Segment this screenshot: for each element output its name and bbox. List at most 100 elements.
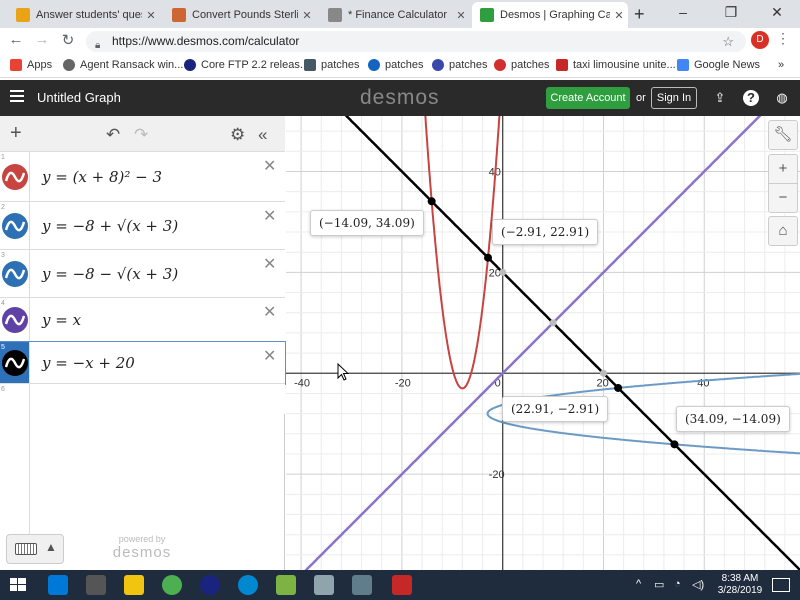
more-bookmarks-icon[interactable]: »	[778, 59, 784, 71]
app-icon-1[interactable]	[200, 575, 220, 595]
bookmark-patches-1[interactable]: patches	[304, 59, 360, 71]
tab-desmos[interactable]: Desmos | Graphing Calcu ✕	[472, 2, 628, 28]
intersection-point	[670, 440, 679, 449]
undo-icon[interactable]: ↶	[106, 125, 120, 145]
bookmark-star-icon[interactable]: ☆	[722, 31, 734, 52]
delete-expression-icon[interactable]: ✕	[263, 254, 276, 274]
expression-text[interactable]: y = x	[42, 311, 81, 329]
graph-color-icon[interactable]	[2, 261, 28, 287]
tab-answer-students[interactable]: Answer students' questio ✕	[8, 2, 160, 28]
graph-settings-wrench-icon[interactable]: 🔧︎	[768, 120, 798, 150]
graph-color-icon[interactable]	[2, 164, 28, 190]
expression-row-5[interactable]: 5 y = −x + 20 ✕	[0, 341, 286, 385]
graph-color-icon[interactable]	[2, 350, 28, 376]
share-icon[interactable]: ⇪	[712, 90, 728, 106]
forward-icon[interactable]: →	[32, 31, 52, 48]
new-tab-icon[interactable]: +	[634, 4, 645, 25]
point-label-3[interactable]: (22.91, −2.91)	[502, 396, 609, 422]
mail-icon[interactable]	[86, 575, 106, 595]
redo-icon[interactable]: ↷	[134, 125, 148, 145]
home-zoom-icon[interactable]: ⌂	[768, 216, 798, 246]
tab-close-icon[interactable]: ✕	[298, 9, 316, 22]
tab-close-icon[interactable]: ✕	[610, 9, 628, 22]
file-explorer-icon[interactable]	[124, 575, 144, 595]
help-icon[interactable]: ?	[743, 90, 759, 106]
bookmark-apps[interactable]: Apps	[10, 59, 52, 71]
tab-finance-calculator[interactable]: * Finance Calculator ✕	[320, 2, 470, 28]
expression-panel: + ↶ ↷ ⚙ « 1 y = (x + 8)² − 3 ✕ 2 y = −8 …	[0, 116, 286, 570]
bookmark-google-news[interactable]: Google News	[677, 59, 760, 71]
maximize-icon[interactable]: ❐	[708, 0, 754, 26]
bookmark-agent-ransack[interactable]: Agent Ransack win...	[63, 59, 183, 71]
collapse-panel-icon[interactable]: «	[258, 125, 267, 145]
point-label-2[interactable]: (−2.91, 22.91)	[492, 219, 599, 245]
expression-row-2[interactable]: 2 y = −8 + √(x + 3) ✕	[0, 202, 285, 250]
expression-row-3[interactable]: 3 y = −8 − √(x + 3) ✕	[0, 250, 285, 298]
zoom-in-icon[interactable]: +	[768, 154, 798, 184]
graph-color-icon[interactable]	[2, 213, 28, 239]
tray-chevron-icon[interactable]: ^	[636, 578, 641, 590]
point-label-1[interactable]: (−14.09, 34.09)	[310, 210, 424, 236]
tab-convert-pounds[interactable]: Convert Pounds Sterling ✕	[164, 2, 316, 28]
settings-gear-icon[interactable]: ⚙	[230, 125, 245, 145]
x-tick-label: 40	[697, 377, 709, 389]
tray-wifi-icon[interactable]: ◔	[674, 578, 681, 590]
expression-row-6-empty[interactable]: 6	[0, 384, 285, 534]
reload-icon[interactable]: ↻	[58, 31, 78, 49]
bookmark-label: Google News	[694, 59, 761, 71]
bookmark-taxi-limousine[interactable]: taxi limousine unite...	[556, 59, 676, 71]
graph-title[interactable]: Untitled Graph	[37, 90, 121, 105]
expression-text[interactable]: y = −8 − √(x + 3)	[42, 265, 178, 283]
expression-text[interactable]: y = −8 + √(x + 3)	[42, 217, 178, 235]
app-icon-6[interactable]	[392, 575, 412, 595]
create-account-button[interactable]: Create Account	[546, 87, 630, 109]
app-icon-5[interactable]	[352, 575, 372, 595]
bookmark-core-ftp[interactable]: Core FTP 2.2 releas...	[184, 59, 309, 71]
expression-text[interactable]: y = (x + 8)² − 3	[42, 168, 162, 186]
tab-close-icon[interactable]: ✕	[452, 9, 470, 22]
minimize-icon[interactable]: –	[660, 0, 706, 26]
zoom-out-icon[interactable]: −	[768, 183, 798, 213]
delete-expression-icon[interactable]: ✕	[263, 302, 276, 322]
back-icon[interactable]: ←	[6, 31, 26, 48]
powered-by-text: powered by	[118, 534, 166, 544]
graph-canvas[interactable]: -40 -20 0 20 40 40 20 -20 🔧︎ + − ⌂ (−14.09, 34.…	[286, 116, 800, 570]
app-icon-2[interactable]	[238, 575, 258, 595]
delete-expression-icon[interactable]: ✕	[263, 206, 276, 226]
globe-language-icon[interactable]: ◍	[774, 90, 790, 106]
tray-network-icon[interactable]: ▭	[654, 578, 664, 591]
expression-text[interactable]: y = −x + 20	[42, 354, 135, 372]
point-label-4[interactable]: (34.09, −14.09)	[676, 406, 790, 432]
expression-row-4[interactable]: 4 y = x ✕	[0, 298, 285, 342]
windows-start-icon[interactable]	[8, 575, 28, 595]
delete-expression-icon[interactable]: ✕	[263, 156, 276, 176]
bookmark-patches-3[interactable]: patches	[432, 59, 488, 71]
app-icon-4[interactable]	[314, 575, 334, 595]
sign-in-button[interactable]: Sign In	[651, 87, 697, 109]
expression-row-1[interactable]: 1 y = (x + 8)² − 3 ✕	[0, 152, 285, 202]
keypad-toggle-button[interactable]: ▲	[6, 534, 64, 564]
graph-color-icon[interactable]	[2, 307, 28, 333]
tab-favicon-icon	[16, 8, 30, 22]
chrome-icon[interactable]	[162, 575, 182, 595]
close-window-icon[interactable]: ✕	[754, 0, 800, 26]
address-bar[interactable]: 🔒︎ https://www.desmos.com/calculator ☆	[86, 31, 746, 52]
hamburger-menu-icon[interactable]	[10, 90, 24, 102]
desmos-logo: desmos	[360, 86, 440, 109]
expression-toolbar: + ↶ ↷ ⚙ «	[0, 116, 285, 152]
tray-volume-icon[interactable]: ◁)	[692, 578, 704, 591]
bookmark-patches-2[interactable]: patches	[368, 59, 424, 71]
delete-expression-icon[interactable]: ✕	[263, 346, 276, 366]
app-icon-3[interactable]	[276, 575, 296, 595]
taskbar-clock[interactable]: 8:38 AM 3/28/2019	[710, 573, 770, 597]
bookmark-patches-4[interactable]: patches	[494, 59, 550, 71]
add-expression-icon[interactable]: +	[10, 122, 22, 145]
notifications-icon[interactable]	[772, 578, 790, 592]
or-text: or	[636, 92, 646, 104]
browser-menu-icon[interactable]: ⋮	[776, 30, 790, 47]
tab-close-icon[interactable]: ✕	[142, 9, 160, 22]
store-icon[interactable]	[48, 575, 68, 595]
profile-avatar[interactable]: D	[751, 31, 769, 49]
tab-label: * Finance Calculator	[348, 9, 448, 21]
y-tick-label: -20	[489, 469, 505, 481]
